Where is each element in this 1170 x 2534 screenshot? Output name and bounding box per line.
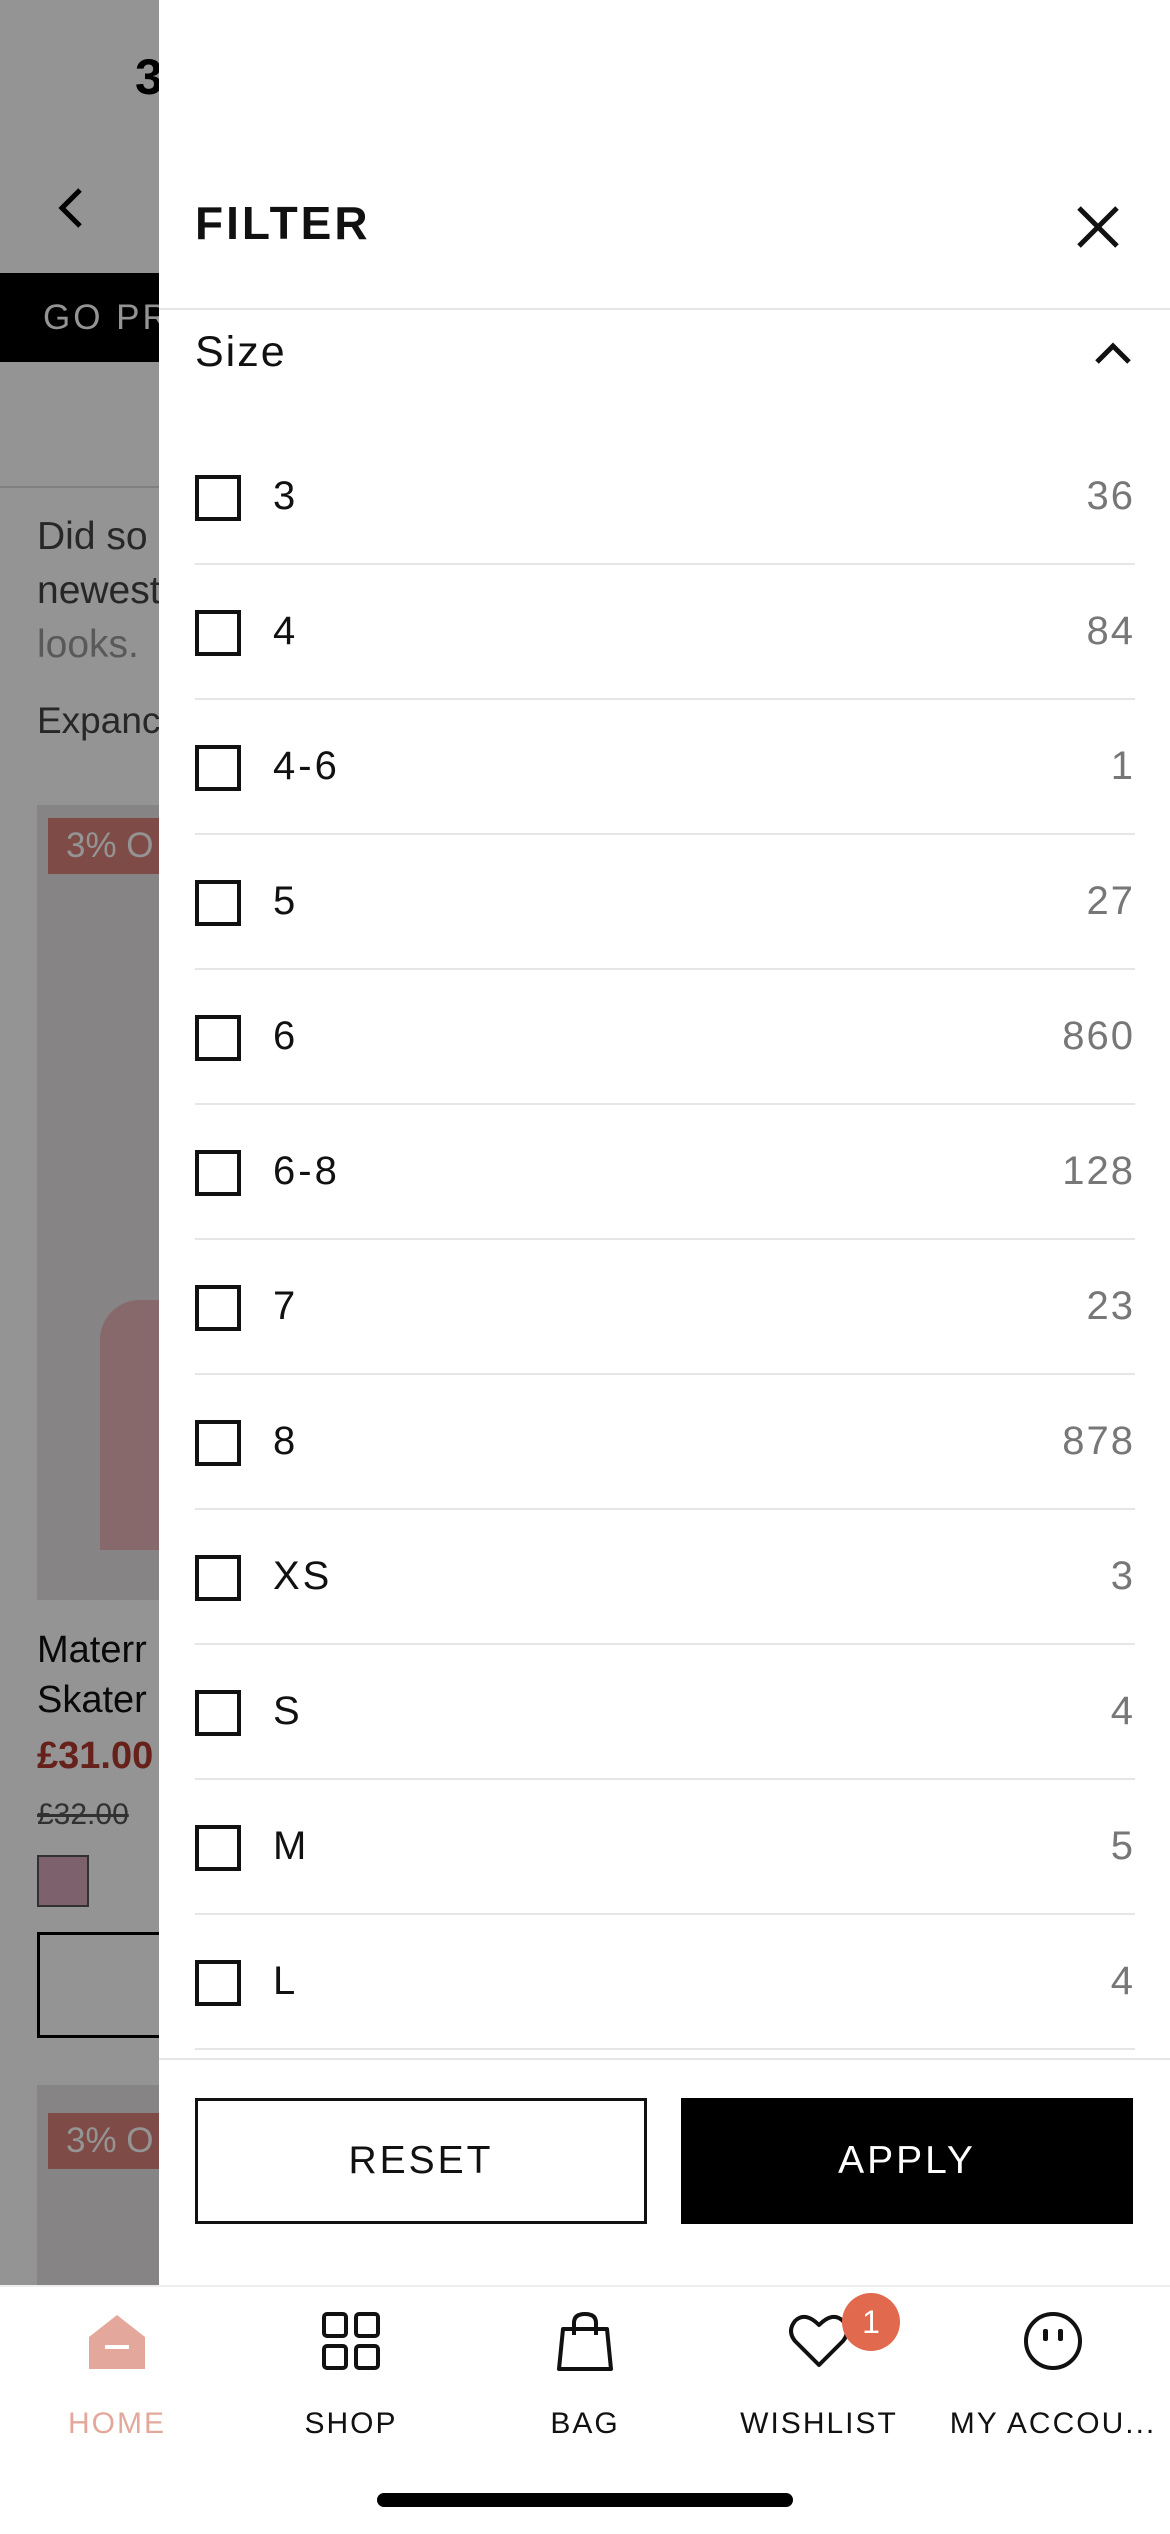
tab-account[interactable]: MY ACCOU... [936, 2287, 1170, 2477]
tab-home[interactable]: HOME [0, 2287, 234, 2477]
size-option-row[interactable]: 5 27 [195, 835, 1135, 970]
divider [159, 308, 1170, 310]
size-label: 4 [273, 609, 299, 653]
size-option-row[interactable]: 6-8 128 [195, 1105, 1135, 1240]
size-checkbox[interactable] [195, 1690, 241, 1736]
size-section-header[interactable]: Size [195, 320, 1135, 390]
chevron-up-icon [1095, 342, 1131, 364]
size-count: 128 [1062, 1149, 1135, 1193]
size-checkbox[interactable] [195, 1960, 241, 2006]
size-checkbox[interactable] [195, 880, 241, 926]
grid-icon [322, 2312, 380, 2370]
size-checkbox[interactable] [195, 1555, 241, 1601]
size-count: 1 [1110, 744, 1135, 788]
tab-label: MY ACCOU... [949, 2407, 1157, 2440]
size-checkbox[interactable] [195, 1420, 241, 1466]
size-checkbox[interactable] [195, 1150, 241, 1196]
divider [159, 2058, 1170, 2060]
bag-icon [557, 2311, 613, 2371]
size-label: S [273, 1689, 303, 1733]
size-option-row[interactable]: XS 3 [195, 1510, 1135, 1645]
size-count: 27 [1086, 879, 1135, 923]
size-label: L [273, 1959, 299, 2003]
size-checkbox[interactable] [195, 745, 241, 791]
size-count: 4 [1110, 1689, 1135, 1733]
size-option-row[interactable]: 7 23 [195, 1240, 1135, 1375]
filter-panel: FILTER Size 3 36 4 84 4-6 1 5 27 6 860 6-8 128 7 23 8 8… [159, 0, 1170, 2285]
account-icon [1024, 2312, 1082, 2370]
size-checkbox[interactable] [195, 475, 241, 521]
size-count: 23 [1086, 1284, 1135, 1328]
tab-shop[interactable]: SHOP [234, 2287, 468, 2477]
size-option-row[interactable]: 4 84 [195, 565, 1135, 700]
size-label: 6-8 [273, 1149, 340, 1193]
size-option-row[interactable]: 3 36 [195, 430, 1135, 565]
size-option-row[interactable]: S4 [195, 1645, 1135, 1780]
size-option-row[interactable]: 8 878 [195, 1375, 1135, 1510]
apply-button[interactable]: APPLY [681, 2098, 1133, 2224]
size-label: 3 [273, 474, 299, 518]
size-section-title: Size [195, 328, 287, 376]
tab-label: HOME [68, 2407, 166, 2440]
tab-bag[interactable]: BAG [468, 2287, 702, 2477]
size-options-list: 3 36 4 84 4-6 1 5 27 6 860 6-8 128 7 23 8 878 XS 3 S 4 M 5 L 4 [195, 430, 1135, 2050]
size-count: 84 [1086, 609, 1135, 653]
size-label: 4-6 [273, 744, 340, 788]
tab-label: SHOP [304, 2407, 398, 2440]
size-checkbox[interactable] [195, 1015, 241, 1061]
size-label: 6 [273, 1014, 299, 1058]
size-checkbox[interactable] [195, 610, 241, 656]
size-checkbox[interactable] [195, 1825, 241, 1871]
size-label: XS [273, 1554, 333, 1598]
size-label: 8 [273, 1419, 299, 1463]
close-icon[interactable] [1067, 196, 1129, 258]
tab-label: BAG [550, 2407, 620, 2440]
size-option-row[interactable]: L4 [195, 1915, 1135, 2050]
tab-label: WISHLIST [740, 2407, 898, 2440]
size-option-row[interactable]: M5 [195, 1780, 1135, 1915]
heart-icon [789, 2314, 849, 2367]
size-count: 878 [1062, 1419, 1135, 1463]
size-count: 3 [1110, 1554, 1135, 1598]
size-count: 5 [1110, 1824, 1135, 1868]
size-count: 860 [1062, 1014, 1135, 1058]
size-count: 36 [1086, 474, 1135, 518]
home-indicator [377, 2493, 793, 2507]
size-count: 4 [1110, 1959, 1135, 2003]
wishlist-count-badge: 1 [842, 2293, 900, 2351]
size-option-row[interactable]: 4-6 1 [195, 700, 1135, 835]
home-icon [89, 2315, 145, 2369]
tab-wishlist[interactable]: 1 WISHLIST [702, 2287, 936, 2477]
size-label: M [273, 1824, 310, 1868]
size-checkbox[interactable] [195, 1285, 241, 1331]
size-option-row[interactable]: 6 860 [195, 970, 1135, 1105]
size-label: 5 [273, 879, 299, 923]
size-label: 7 [273, 1284, 299, 1328]
filter-title: FILTER [195, 197, 371, 249]
reset-button[interactable]: RESET [195, 2098, 647, 2224]
